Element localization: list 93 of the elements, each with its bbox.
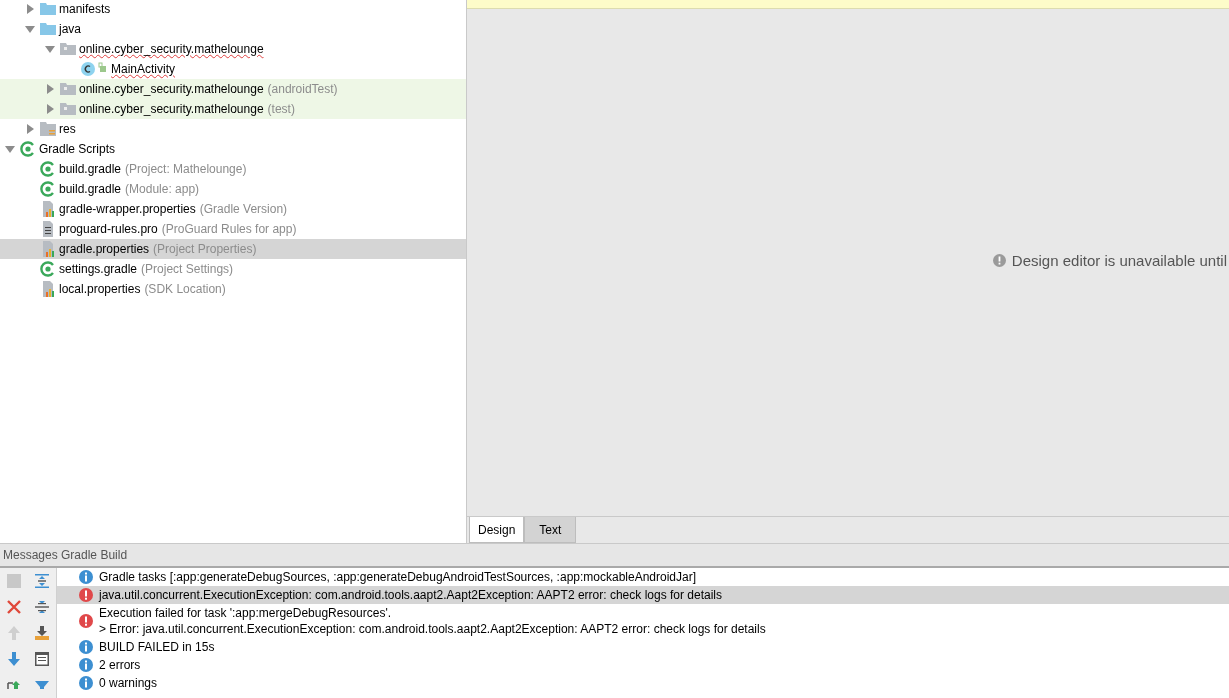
info-icon: [79, 676, 93, 690]
panel-title: Messages Gradle Build: [3, 548, 128, 562]
gradle-icon: [40, 181, 56, 197]
expand-all-icon[interactable]: [35, 574, 49, 588]
tree-row[interactable]: manifests: [0, 0, 466, 19]
message-row[interactable]: BUILD FAILED in 15s: [57, 638, 1229, 656]
tree-item-hint: (androidTest): [267, 82, 338, 96]
gradle-icon: [40, 261, 56, 277]
tree-row[interactable]: local.properties (SDK Location): [0, 279, 466, 299]
message-text: > Error: java.util.concurrent.ExecutionException: com.android.tools.aapt2.Aapt2Exception: AAPT2 error: check logs for details: [99, 621, 766, 637]
properties-file-icon: [40, 281, 56, 297]
tree-item-hint: (Project Settings): [141, 262, 234, 276]
tree-item-hint: (Module: app): [125, 182, 200, 196]
tree-item-label: online.cyber_security.mathelounge: [79, 82, 264, 96]
folder-icon: [40, 22, 56, 36]
tree-row[interactable]: settings.gradle (Project Settings): [0, 259, 466, 279]
package-icon: [60, 82, 76, 96]
tree-item-hint: (SDK Location): [144, 282, 226, 296]
package-icon: [60, 102, 76, 116]
gradle-icon: [20, 141, 36, 157]
tree-item-label: gradle.properties: [59, 242, 150, 256]
tree-item-label: settings.gradle: [59, 262, 138, 276]
tree-row[interactable]: res: [0, 119, 466, 139]
tree-row[interactable]: Gradle Scripts: [0, 139, 466, 159]
collapsed-arrow-icon[interactable]: [45, 84, 55, 94]
message-row[interactable]: 2 errors: [57, 656, 1229, 674]
folder-icon: [40, 2, 56, 16]
editor-tab[interactable]: Text: [524, 517, 577, 543]
tree-item-hint: (Project Properties): [153, 242, 257, 256]
preview-icon[interactable]: [35, 652, 49, 666]
tree-item-hint: (Project: Mathelounge): [125, 162, 247, 176]
error-icon: [79, 588, 93, 602]
gradle-icon: [40, 161, 56, 177]
class-icon: [80, 61, 108, 77]
tree-item-hint: (ProGuard Rules for app): [161, 222, 297, 236]
expanded-arrow-icon[interactable]: [25, 24, 35, 34]
package-icon: [60, 42, 76, 56]
message-row[interactable]: Execution failed for task ':app:mergeDebugResources'. > Error: java.util.concurrent.ExecutionException: com.android.tools.aapt2.Aapt2Exception: AAPT2 error: check logs for details: [57, 604, 1229, 638]
tree-item-label: MainActivity: [111, 62, 175, 76]
tree-row[interactable]: java: [0, 19, 466, 39]
close-icon[interactable]: [7, 600, 21, 614]
tree-row[interactable]: build.gradle (Project: Mathelounge): [0, 159, 466, 179]
properties-file-icon: [40, 201, 56, 217]
message-row[interactable]: 0 warnings: [57, 674, 1229, 692]
error-icon: [79, 614, 93, 628]
tree-item-label: gradle-wrapper.properties: [59, 202, 196, 216]
export-icon[interactable]: [35, 626, 49, 640]
tree-item-label: online.cyber_security.mathelounge: [79, 102, 264, 116]
tree-item-hint: (Gradle Version): [199, 202, 288, 216]
message-text: java.util.concurrent.ExecutionException: com.android.tools.aapt2.Aapt2Exception: AAPT2 error: check logs for details: [99, 587, 722, 603]
tree-row[interactable]: gradle-wrapper.properties (Gradle Version): [0, 199, 466, 219]
tree-item-label: java: [59, 22, 81, 36]
tree-item-label: build.gradle: [59, 182, 122, 196]
message-text: 0 warnings: [99, 675, 158, 691]
down-arrow-icon[interactable]: [7, 652, 21, 666]
tree-item-label: online.cyber_security.mathelounge: [79, 42, 264, 56]
message-text: Gradle tasks [:app:generateDebugSources, :app:generateDebugAndroidTestSources, :app:mockableAndroidJar]: [99, 569, 697, 585]
tree-item-label: Gradle Scripts: [39, 142, 116, 156]
tree-row[interactable]: online.cyber_security.mathelounge (androidTest): [0, 79, 466, 99]
tree-item-label: manifests: [59, 2, 111, 16]
message-text: BUILD FAILED in 15s: [99, 639, 215, 655]
tree-row[interactable]: build.gradle (Module: app): [0, 179, 466, 199]
tree-row[interactable]: gradle.properties (Project Properties): [0, 239, 466, 259]
tree-row[interactable]: MainActivity: [0, 59, 466, 79]
warning-icon: [992, 254, 1006, 267]
text-file-icon: [40, 221, 56, 237]
info-icon: [79, 640, 93, 654]
expanded-arrow-icon[interactable]: [5, 144, 15, 154]
tree-item-label: build.gradle: [59, 162, 122, 176]
message-text: Execution failed for task ':app:mergeDebugResources'.: [99, 605, 393, 621]
info-icon: [79, 658, 93, 672]
collapsed-arrow-icon[interactable]: [25, 124, 35, 134]
tree-item-label: proguard-rules.pro: [59, 222, 158, 236]
message-row[interactable]: Gradle tasks [:app:generateDebugSources, :app:generateDebugAndroidTestSources, :app:mockableAndroidJar]: [57, 568, 1229, 586]
editor-message: Design editor is unavailable until: [1011, 252, 1227, 269]
tree-item-label: local.properties: [59, 282, 141, 296]
filter-icon[interactable]: [35, 681, 49, 689]
info-icon: [79, 570, 93, 584]
collapse-all-icon[interactable]: [35, 600, 49, 614]
tree-row[interactable]: online.cyber_security.mathelounge (test): [0, 99, 466, 119]
expanded-arrow-icon[interactable]: [45, 44, 55, 54]
tree-row[interactable]: online.cyber_security.mathelounge: [0, 39, 466, 59]
properties-file-icon: [40, 241, 56, 257]
rerun-icon[interactable]: [7, 681, 21, 689]
tree-row[interactable]: proguard-rules.pro (ProGuard Rules for app): [0, 219, 466, 239]
message-text: 2 errors: [99, 657, 141, 673]
collapsed-arrow-icon[interactable]: [45, 104, 55, 114]
collapsed-arrow-icon[interactable]: [25, 4, 35, 14]
message-row[interactable]: java.util.concurrent.ExecutionException: com.android.tools.aapt2.Aapt2Exception: AAPT2 error: check logs for details: [57, 586, 1229, 604]
resource-folder-icon: [40, 121, 56, 137]
editor-tab[interactable]: Design: [469, 517, 525, 543]
tree-item-hint: (test): [267, 102, 295, 116]
tree-item-label: res: [59, 122, 76, 136]
